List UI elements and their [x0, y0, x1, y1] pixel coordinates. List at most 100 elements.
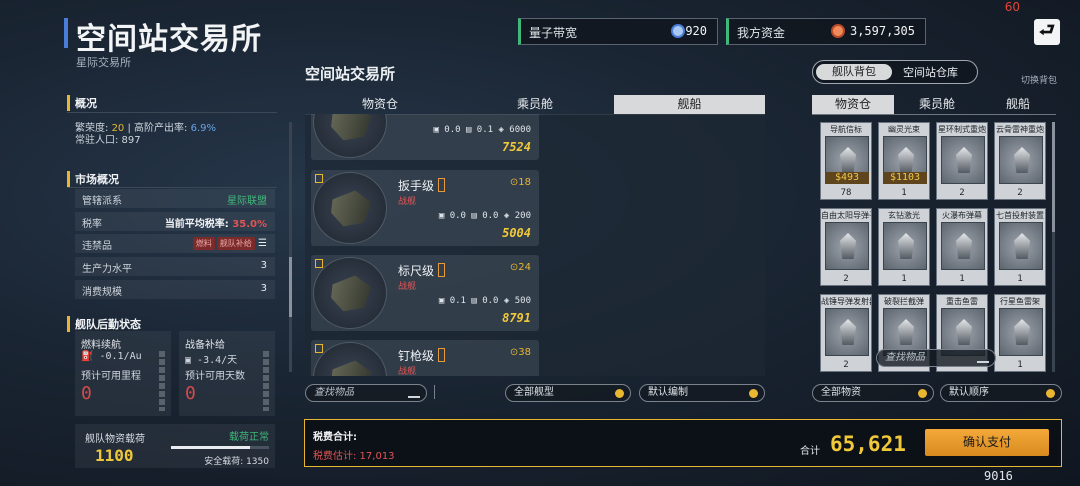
- item-name: 幽灵光束: [888, 125, 920, 134]
- swap-bag-link[interactable]: 切换背包: [1021, 73, 1057, 86]
- tab-crew[interactable]: 乘员舱: [460, 95, 610, 114]
- bandwidth-value: 920: [685, 24, 707, 38]
- item-name: 破裂拦截弹: [884, 297, 924, 306]
- inventory-item[interactable]: 星环制式重炮 2: [936, 122, 988, 200]
- inventory-item[interactable]: 导航信标 $493 78: [820, 122, 872, 200]
- tab-crew[interactable]: 乘员舱: [896, 95, 978, 114]
- funds-icon: [831, 24, 845, 38]
- inventory-item[interactable]: 自由太阳导弹子模 2: [820, 208, 872, 286]
- inventory-item[interactable]: 云骨雷神重炮 2: [994, 122, 1046, 200]
- market-heading: 市场概况: [67, 171, 119, 187]
- chevron-down-icon: [615, 389, 624, 398]
- item-name: 玄钻激光: [888, 211, 920, 220]
- tax-summary: 税费合计: 税费估计: 17,013 合计 65,621 确认支付: [304, 419, 1062, 467]
- item-name: 自由太阳导弹子模: [821, 211, 871, 220]
- item-count: 2: [843, 274, 849, 284]
- market-row-productivity: 生产力水平 3: [75, 257, 275, 276]
- total-amount: 65,621: [830, 432, 906, 456]
- ship-item[interactable]: 钉枪级 战舰 ⊙38: [311, 340, 539, 376]
- item-name: 行星鱼雷架: [1000, 297, 1040, 306]
- fps-counter: 60: [1004, 0, 1020, 14]
- item-name: 云骨雷神重炮: [996, 125, 1044, 134]
- cargo-card: 舰队物资载荷 1100 载荷正常 安全载荷: 1350: [75, 424, 275, 468]
- weapon-icon: [941, 136, 985, 184]
- item-price: $1103: [883, 172, 927, 184]
- population-line: 常驻人口: 897: [75, 135, 141, 146]
- item-name: 火瀑布弹幕: [942, 211, 982, 220]
- title-accent: [64, 18, 68, 48]
- item-grid: 导航信标 $493 78 幽灵光束 $1103 1 星环制式重炮 2 云骨雷神重炮 2 自由太阳导弹…: [812, 114, 1056, 376]
- bandwidth-icon: [671, 24, 685, 38]
- pencil-icon: [408, 388, 420, 398]
- storage-toggle[interactable]: 舰队背包 空间站仓库: [812, 60, 978, 84]
- inventory-item[interactable]: 火瀑布弹幕 1: [936, 208, 988, 286]
- lock-icon: [315, 174, 323, 183]
- supply-card: 战备补给 ▣ -3.4/天 预计可用天数 0: [179, 331, 275, 416]
- weapon-icon: [999, 136, 1043, 184]
- right-search-input[interactable]: 查找物品: [876, 349, 996, 367]
- ship-item[interactable]: 扳手级 战舰 ⊙18 ▣ 0.0 ▤ 0.0 ◈ 200 5004: [311, 170, 539, 246]
- item-count: 2: [1017, 188, 1023, 198]
- confirm-payment-button[interactable]: 确认支付: [925, 429, 1049, 456]
- market-row-tax: 税率 当前平均税率: 35.0%: [75, 212, 275, 231]
- tab-materials[interactable]: 物资仓: [812, 95, 894, 114]
- item-count: 1: [1017, 274, 1023, 284]
- ship-item[interactable]: 标尺级 战舰 ⊙24 ▣ 0.1 ▤ 0.0 ◈ 500 8791: [311, 255, 539, 331]
- exit-arrow-icon[interactable]: ⮐: [1034, 19, 1060, 45]
- weapon-icon: [999, 308, 1043, 356]
- left-scrollbar[interactable]: [289, 122, 292, 372]
- bandwidth-box: 量子带宽 920: [518, 18, 718, 45]
- overview-heading: 概况: [67, 95, 97, 111]
- ship-item[interactable]: ▣ 0.0 ▤ 0.1 ◈ 6000 7524: [311, 114, 539, 160]
- divider: [67, 112, 277, 113]
- item-category-select[interactable]: 全部物资: [812, 384, 934, 402]
- fuel-rate: ⛽ -0.1/Au: [81, 351, 142, 362]
- inventory-item[interactable]: 战锤导弹发射器 2: [820, 294, 872, 372]
- right-tabs: 物资仓 乘员舱 舰船: [812, 95, 1056, 114]
- tab-materials[interactable]: 物资仓: [305, 95, 455, 114]
- chevron-down-icon: [918, 389, 927, 398]
- supply-rate: ▣ -3.4/天: [185, 355, 238, 366]
- market-row-contraband[interactable]: 违禁品 燃料 舰队补给 ☰: [75, 234, 275, 253]
- toggle-station-storage[interactable]: 空间站仓库: [903, 64, 958, 80]
- bandwidth-label: 量子带宽: [529, 26, 578, 40]
- fuel-gauge: [159, 351, 165, 411]
- chevron-down-icon: [749, 389, 758, 398]
- weapon-icon: [825, 222, 869, 270]
- weapon-icon: [941, 222, 985, 270]
- inventory-item[interactable]: 玄钻激光 1: [878, 208, 930, 286]
- page-subtitle: 星际交易所: [76, 56, 131, 69]
- contraband-tag: 燃料: [192, 237, 215, 250]
- item-price: $493: [825, 172, 869, 184]
- divider: [434, 385, 435, 399]
- item-order-select[interactable]: 默认顺序: [940, 384, 1062, 402]
- contraband-tag: 舰队补给: [216, 237, 255, 250]
- center-search-input[interactable]: 查找物品: [305, 384, 427, 402]
- right-scrollbar[interactable]: [1052, 122, 1055, 372]
- item-name: 重击鱼雷: [946, 297, 978, 306]
- item-count: 78: [840, 188, 852, 198]
- supply-gauge: [263, 351, 269, 411]
- inventory-item[interactable]: 七首投射装置 1: [994, 208, 1046, 286]
- ship-order-select[interactable]: 默认编制: [639, 384, 765, 402]
- tab-ships[interactable]: 舰船: [980, 95, 1056, 114]
- fleet-heading: 舰队后勤状态: [67, 316, 141, 332]
- lock-icon: [315, 259, 323, 268]
- toggle-fleet-bag[interactable]: 舰队背包: [816, 64, 892, 80]
- item-count: 1: [959, 274, 965, 284]
- item-count: 2: [843, 360, 849, 370]
- ship-type-select[interactable]: 全部舰型: [505, 384, 631, 402]
- tab-ships[interactable]: 舰船: [614, 95, 765, 114]
- item-count: 1: [901, 274, 907, 284]
- menu-icon: ☰: [258, 238, 267, 249]
- weapon-icon: [883, 222, 927, 270]
- weapon-icon: [999, 222, 1043, 270]
- item-count: 1: [901, 188, 907, 198]
- pencil-icon: [977, 353, 989, 363]
- center-tabs: 物资仓 乘员舱 舰船: [305, 95, 765, 114]
- weapon-icon: [825, 308, 869, 356]
- inventory-item[interactable]: 幽灵光束 $1103 1: [878, 122, 930, 200]
- item-count: 1: [1017, 360, 1023, 370]
- item-count: 2: [959, 188, 965, 198]
- inventory-item[interactable]: 行星鱼雷架 1: [994, 294, 1046, 372]
